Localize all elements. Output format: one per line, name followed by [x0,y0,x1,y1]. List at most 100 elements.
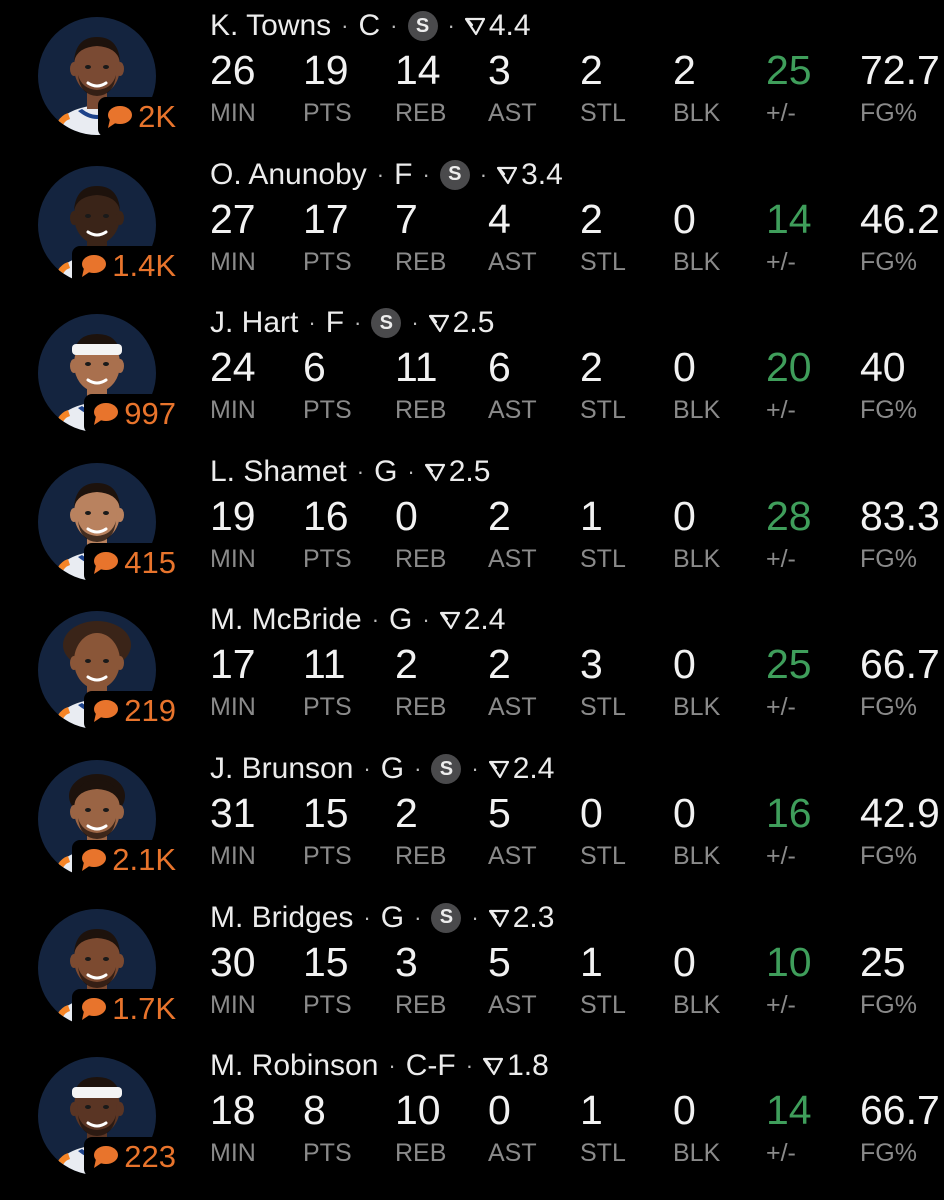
starter-badge: S [431,902,462,933]
separator-dot: · [376,161,385,187]
starter-badge: S [371,308,402,339]
stat-label: AST [488,842,537,870]
player-name[interactable]: K. Towns [210,9,331,43]
stat-label: AST [488,544,537,573]
stat-label: MIN [210,247,256,276]
player-row[interactable]: 1.7K M. Bridges · G · S · 2.3 30 MIN 15 PTS 3 REB 5 AST… [0,892,944,1040]
stat-label: FG% [860,99,917,127]
stat-label: REB [395,990,447,1019]
stat-label: AST [488,1139,537,1168]
stat-value: 0 [673,344,696,391]
comments-badge[interactable]: 2.1K [72,840,182,880]
player-name[interactable]: M. McBride [210,603,362,637]
stat-label: REB [395,693,447,722]
comment-count: 2K [138,99,176,134]
comments-badge[interactable]: 1.4K [72,245,182,286]
stat-label: +/- [766,247,796,276]
player-name[interactable]: J. Hart [210,306,298,340]
comment-count: 415 [124,544,176,580]
stat-label: AST [488,990,537,1019]
player-position: C [358,9,381,42]
stat-value: 11 [395,344,438,391]
stat-label: REB [395,99,447,127]
comments-badge[interactable]: 1.7K [72,988,182,1029]
stat-label: +/- [766,842,796,870]
player-row[interactable]: 1.4K O. Anunoby · F · S · 3.4 27 MIN 17 PTS 7 REB 4 AST… [0,149,944,297]
stat-value: 83.3 [860,492,940,539]
player-info-line: J. Hart · F · S · 2.5 [210,303,494,343]
separator-dot: · [414,904,422,930]
comments-badge[interactable]: 219 [84,691,182,732]
rating-icon [428,313,453,333]
stat-label: STL [580,544,626,573]
comments-badge[interactable]: 2K [98,97,182,137]
stat-value: 0 [395,492,418,539]
player-info-line: O. Anunoby · F · S · 3.4 [210,155,563,195]
stat-value: 0 [488,1087,511,1134]
player-name[interactable]: L. Shamet [210,455,347,489]
stat-value: 19 [303,47,349,93]
stat-value: 26 [210,47,256,93]
comments-badge[interactable]: 997 [84,394,182,435]
rating-icon [424,462,449,482]
stat-value: 8 [303,1087,326,1134]
stat-label: FG% [860,990,917,1019]
comment-icon [92,402,119,426]
stat-value: 0 [673,641,696,688]
stat-label: AST [488,693,537,722]
stat-value: 0 [673,1087,696,1134]
stat-value: 4 [488,195,511,242]
stat-label: FG% [860,544,917,573]
player-name[interactable]: M. Bridges [210,901,353,935]
stat-label: FG% [860,1139,917,1168]
stat-value: 66.7 [860,641,940,688]
stat-label: MIN [210,396,256,425]
stat-label: STL [580,99,626,127]
player-row[interactable]: 2K K. Towns · C · S · 4.4 26 MIN 19 PTS 14 REB 3 AST 2 ST… [0,0,944,148]
player-position: F [394,157,413,191]
comment-count: 2.1K [112,842,176,877]
separator-dot: · [407,458,415,484]
player-info-line: J. Brunson · G · S · 2.4 [210,749,554,789]
player-info-line: M. McBride · G · 2.4 [210,600,505,640]
separator-dot: · [341,13,349,38]
stat-label: FG% [860,693,917,722]
rating-icon [483,1056,507,1076]
stat-value: 42.9 [860,790,940,836]
stat-label: STL [580,842,626,870]
stat-value: 15 [303,938,349,985]
stat-label: STL [580,396,626,425]
stat-label: BLK [673,544,721,573]
stat-label: BLK [673,247,721,276]
player-row[interactable]: 997 J. Hart · F · S · 2.5 24 MIN 6 PTS 11 REB 6 AST 2 STL… [0,297,944,445]
stat-label: MIN [210,842,256,870]
player-row[interactable]: 2.1K J. Brunson · G · S · 2.4 31 MIN 15 PTS 2 REB 5 AST… [0,743,944,891]
stat-label: PTS [303,990,352,1019]
player-name[interactable]: O. Anunoby [210,158,367,192]
player-rating: 2.4 [463,603,506,637]
stat-label: REB [395,396,447,425]
player-name[interactable]: J. Brunson [210,752,353,786]
player-position: G [380,752,405,785]
comment-count: 997 [124,396,176,432]
stat-value: 0 [673,195,696,242]
player-row[interactable]: 223 M. Robinson · C-F · 1.8 18 MIN 8 PTS 10 REB 0 AST… [0,1040,944,1188]
rating-icon [464,16,489,36]
rating-icon [488,908,513,928]
stat-value: 30 [210,938,256,985]
player-name[interactable]: M. Robinson [210,1049,378,1083]
starter-badge: S [431,754,462,784]
player-row[interactable]: 415 L. Shamet · G · 2.5 19 MIN 16 PTS 0 REB 2 AST 1 STL… [0,446,944,594]
separator-dot: · [411,310,419,336]
comments-badge[interactable]: 415 [84,542,182,583]
stat-value: 3 [395,938,418,985]
stat-label: REB [395,1139,447,1168]
stat-label: FG% [860,842,917,870]
comment-icon [80,254,107,278]
rating-icon [488,759,513,779]
stat-label: REB [395,247,447,276]
player-row[interactable]: 219 M. McBride · G · 2.4 17 MIN 11 PTS 2 REB 2 AST 3 ST… [0,594,944,742]
comment-count: 1.4K [112,247,176,283]
comments-badge[interactable]: 223 [84,1137,182,1178]
stat-value: 17 [303,195,349,242]
